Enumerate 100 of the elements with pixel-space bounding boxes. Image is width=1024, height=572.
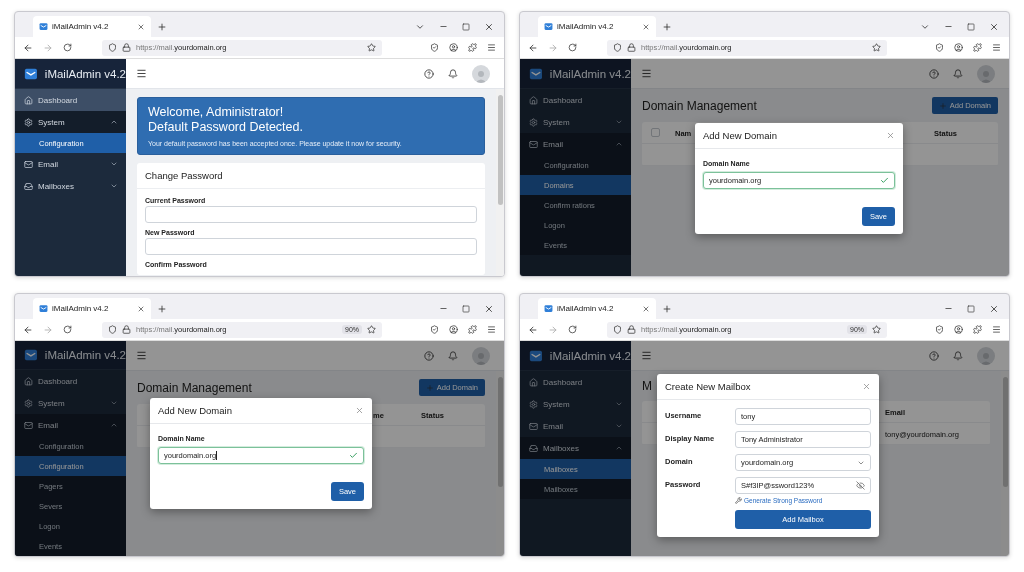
- page-heading: M: [642, 379, 652, 393]
- nav-item[interactable]: System: [15, 392, 126, 414]
- maximize-icon[interactable]: [967, 22, 975, 31]
- puzzle-icon[interactable]: [973, 325, 982, 334]
- nav-item[interactable]: Email: [520, 133, 631, 155]
- back-icon[interactable]: [23, 324, 33, 335]
- maximize-icon[interactable]: [967, 304, 975, 313]
- user-circle-icon[interactable]: [954, 43, 963, 52]
- gear-icon: [529, 399, 538, 409]
- help-icon[interactable]: [424, 350, 434, 361]
- envelope-logo-icon: [529, 348, 543, 363]
- page-heading: Domain Management: [137, 380, 252, 395]
- nav-item[interactable]: System: [15, 111, 126, 133]
- gear-icon: [529, 117, 538, 127]
- lock-icon: [122, 43, 131, 52]
- close-icon[interactable]: [484, 303, 494, 314]
- back-icon[interactable]: [23, 42, 33, 53]
- menu-icon[interactable]: [641, 350, 652, 361]
- close-icon[interactable]: [137, 22, 145, 31]
- nav-item[interactable]: Dashboard: [520, 89, 631, 111]
- chevron-down-icon: [110, 182, 118, 190]
- puzzle-icon[interactable]: [973, 43, 982, 52]
- envelope-logo-icon: [39, 304, 48, 313]
- nav-item[interactable]: Dashboard: [15, 89, 126, 111]
- card-title: Change Password: [137, 163, 485, 189]
- eye-off-icon[interactable]: [856, 481, 865, 490]
- nav-item[interactable]: Mailboxes: [15, 175, 126, 197]
- nav-item[interactable]: Dashboard: [15, 370, 126, 392]
- shield-check-icon[interactable]: [935, 325, 944, 334]
- browser-tab[interactable]: iMailAdmin v4.2: [33, 16, 151, 37]
- menu-icon[interactable]: [487, 43, 496, 52]
- close-icon[interactable]: [137, 304, 145, 313]
- help-icon[interactable]: [929, 350, 939, 361]
- menu-icon[interactable]: [136, 350, 147, 361]
- puzzle-icon[interactable]: [468, 325, 477, 334]
- modal-title: Add New Domain: [158, 405, 232, 416]
- shield-check-icon[interactable]: [430, 43, 439, 52]
- plus-icon: [938, 101, 947, 110]
- nav-item[interactable]: Email: [520, 415, 631, 437]
- browser-tab[interactable]: iMailAdmin v4.2: [538, 16, 656, 37]
- bell-icon[interactable]: [448, 68, 458, 79]
- help-icon[interactable]: [929, 68, 939, 79]
- browser-tab[interactable]: iMailAdmin v4.2: [33, 298, 151, 319]
- bell-icon[interactable]: [448, 350, 458, 361]
- password-field[interactable]: [145, 206, 477, 223]
- modal-title: Add New Domain: [703, 130, 777, 141]
- user-circle-icon[interactable]: [449, 325, 458, 334]
- reload-icon[interactable]: [568, 43, 577, 52]
- inbox-icon: [529, 443, 538, 453]
- puzzle-icon[interactable]: [468, 43, 477, 52]
- menu-icon[interactable]: [487, 325, 496, 334]
- shield-check-icon[interactable]: [935, 43, 944, 52]
- menu-icon[interactable]: [992, 43, 1001, 52]
- nav-item[interactable]: Email: [15, 414, 126, 436]
- close-icon[interactable]: [989, 303, 999, 314]
- checkbox[interactable]: [651, 128, 660, 137]
- check-icon: [880, 176, 889, 185]
- envelope-logo-icon: [544, 304, 553, 313]
- menu-icon[interactable]: [641, 68, 652, 79]
- menu-icon[interactable]: [992, 325, 1001, 334]
- nav-item[interactable]: Email: [15, 153, 126, 175]
- chevron-down-icon: [110, 399, 118, 407]
- password-field[interactable]: [145, 238, 477, 255]
- help-icon[interactable]: [424, 68, 434, 79]
- envelope-icon: [24, 420, 33, 430]
- user-circle-icon[interactable]: [449, 43, 458, 52]
- avatar[interactable]: [472, 64, 490, 83]
- house-icon: [24, 376, 33, 386]
- brand-name: iMailAdmin v4.2: [44, 349, 126, 361]
- maximize-icon[interactable]: [462, 22, 470, 31]
- close-icon[interactable]: [642, 304, 650, 313]
- bell-icon[interactable]: [953, 350, 963, 361]
- maximize-icon[interactable]: [462, 304, 470, 313]
- reload-icon[interactable]: [63, 325, 72, 334]
- nav-item[interactable]: Mailboxes: [520, 437, 631, 459]
- check-icon: [349, 451, 358, 460]
- bell-icon[interactable]: [953, 68, 963, 79]
- shield-check-icon[interactable]: [430, 325, 439, 334]
- back-icon[interactable]: [528, 324, 538, 335]
- modal-title: Create New Mailbox: [665, 381, 751, 392]
- house-icon: [529, 95, 538, 105]
- chevron-down-icon: [615, 118, 623, 126]
- nav-item[interactable]: Dashboard: [520, 371, 631, 393]
- star-icon[interactable]: [367, 325, 376, 334]
- star-icon[interactable]: [872, 43, 881, 52]
- close-icon[interactable]: [484, 21, 494, 32]
- nav-item[interactable]: System: [520, 393, 631, 415]
- browser-tab[interactable]: iMailAdmin v4.2: [538, 298, 656, 319]
- back-icon[interactable]: [528, 42, 538, 53]
- star-icon[interactable]: [367, 43, 376, 52]
- nav-item[interactable]: System: [520, 111, 631, 133]
- reload-icon[interactable]: [568, 325, 577, 334]
- menu-icon[interactable]: [136, 68, 147, 79]
- close-icon[interactable]: [642, 22, 650, 31]
- star-icon[interactable]: [872, 325, 881, 334]
- close-icon[interactable]: [989, 21, 999, 32]
- gear-icon: [24, 398, 33, 408]
- shield-icon: [108, 43, 117, 52]
- user-circle-icon[interactable]: [954, 325, 963, 334]
- reload-icon[interactable]: [63, 43, 72, 52]
